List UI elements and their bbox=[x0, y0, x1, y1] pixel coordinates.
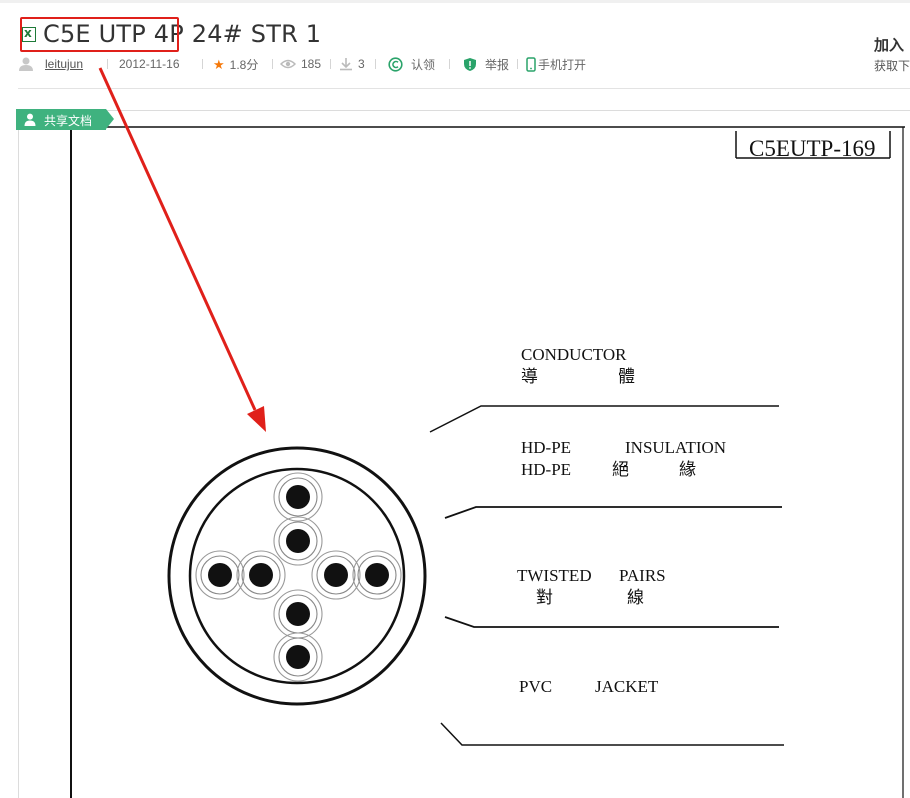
insulation-leader bbox=[444, 506, 782, 519]
user-icon bbox=[24, 113, 36, 126]
core bbox=[273, 472, 323, 522]
core bbox=[273, 632, 323, 682]
component-labels: CONDUCTOR 導 體 HD-PE INSULATION HD-PE 絕 緣… bbox=[517, 345, 726, 696]
label-insulation-cn2: 緣 bbox=[679, 460, 696, 480]
cable-cross-section bbox=[167, 446, 427, 706]
label-pairs-cn2: 線 bbox=[627, 588, 644, 608]
jacket-leader bbox=[440, 722, 784, 746]
core bbox=[273, 516, 323, 566]
shared-tag-label: 共享文档 bbox=[44, 114, 93, 128]
drawing-code: C5EUTP-169 bbox=[749, 136, 876, 161]
label-pairs: PAIRS bbox=[619, 566, 666, 585]
label-hdpe-2: HD-PE bbox=[521, 460, 571, 479]
label-insulation-cn1: 絕 bbox=[612, 460, 629, 480]
conductor-cores bbox=[195, 472, 402, 682]
label-pvc: PVC bbox=[519, 677, 552, 696]
core bbox=[273, 589, 323, 639]
conductor-leader bbox=[429, 405, 779, 433]
label-twisted: TWISTED bbox=[517, 566, 592, 585]
label-jacket: JACKET bbox=[595, 677, 659, 696]
label-conductor: CONDUCTOR bbox=[521, 345, 627, 364]
pairs-leader bbox=[444, 616, 779, 628]
label-conductor-cn1: 導 bbox=[521, 367, 538, 387]
red-annotation-arrow bbox=[98, 67, 266, 432]
label-conductor-cn2: 體 bbox=[618, 367, 635, 387]
label-insulation: INSULATION bbox=[625, 438, 726, 457]
label-pairs-cn1: 對 bbox=[536, 588, 553, 608]
drawing-code-box: C5EUTP-169 bbox=[735, 131, 891, 161]
cable-drawing: C5EUTP-169 CONDUCTOR 導 體 HD-PE INSULATIO… bbox=[70, 67, 905, 798]
shared-document-tag: 共享文档 bbox=[16, 109, 114, 130]
label-hdpe: HD-PE bbox=[521, 438, 571, 457]
